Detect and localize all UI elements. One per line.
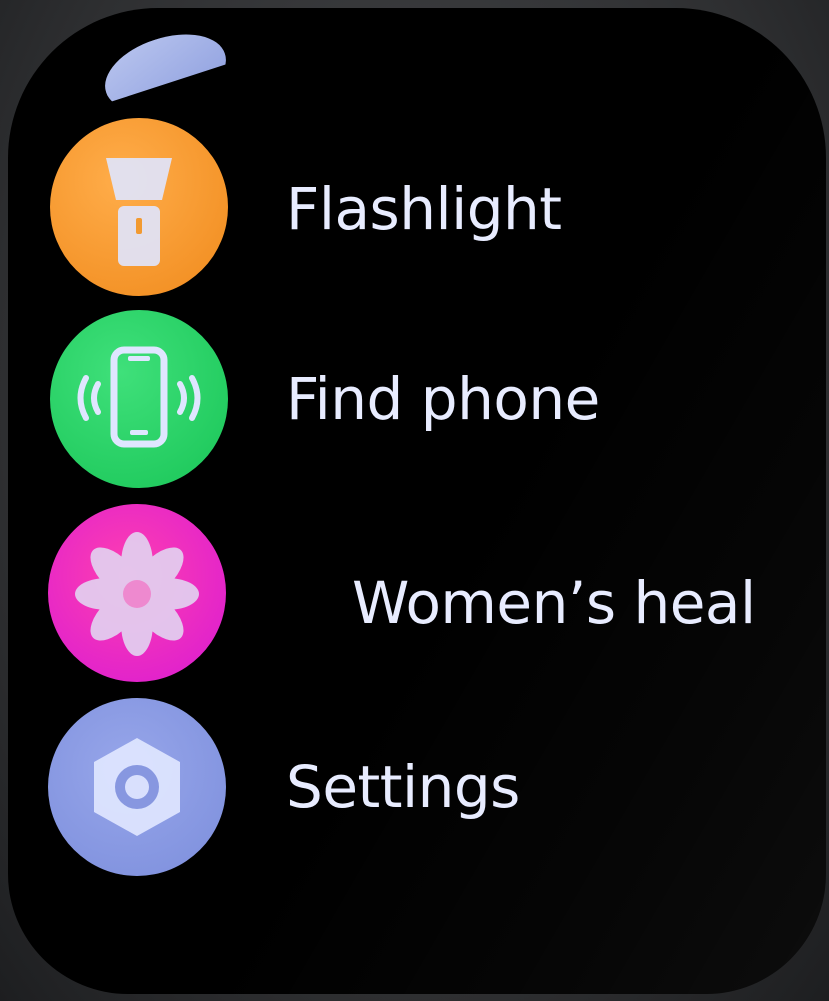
menu-item-womens-health[interactable]: Women’s heal	[8, 504, 826, 684]
menu-item-label: Settings	[286, 753, 520, 821]
menu-item-flashlight[interactable]: Flashlight	[8, 118, 826, 298]
lotus-icon[interactable]	[48, 504, 226, 682]
partial-menu-item-icon[interactable]	[95, 20, 236, 125]
watch-screen[interactable]: Flashlight Find phone Women’s heal Setti…	[8, 8, 826, 994]
phone-vibrate-icon[interactable]	[50, 310, 228, 488]
menu-item-settings[interactable]: Settings	[8, 698, 826, 878]
menu-item-label: Women’s heal	[352, 569, 756, 637]
menu-item-label: Flashlight	[286, 175, 562, 243]
menu-item-find-phone[interactable]: Find phone	[8, 310, 826, 490]
menu-item-label: Find phone	[286, 365, 600, 433]
gear-icon[interactable]	[48, 698, 226, 876]
flashlight-icon[interactable]	[50, 118, 228, 296]
